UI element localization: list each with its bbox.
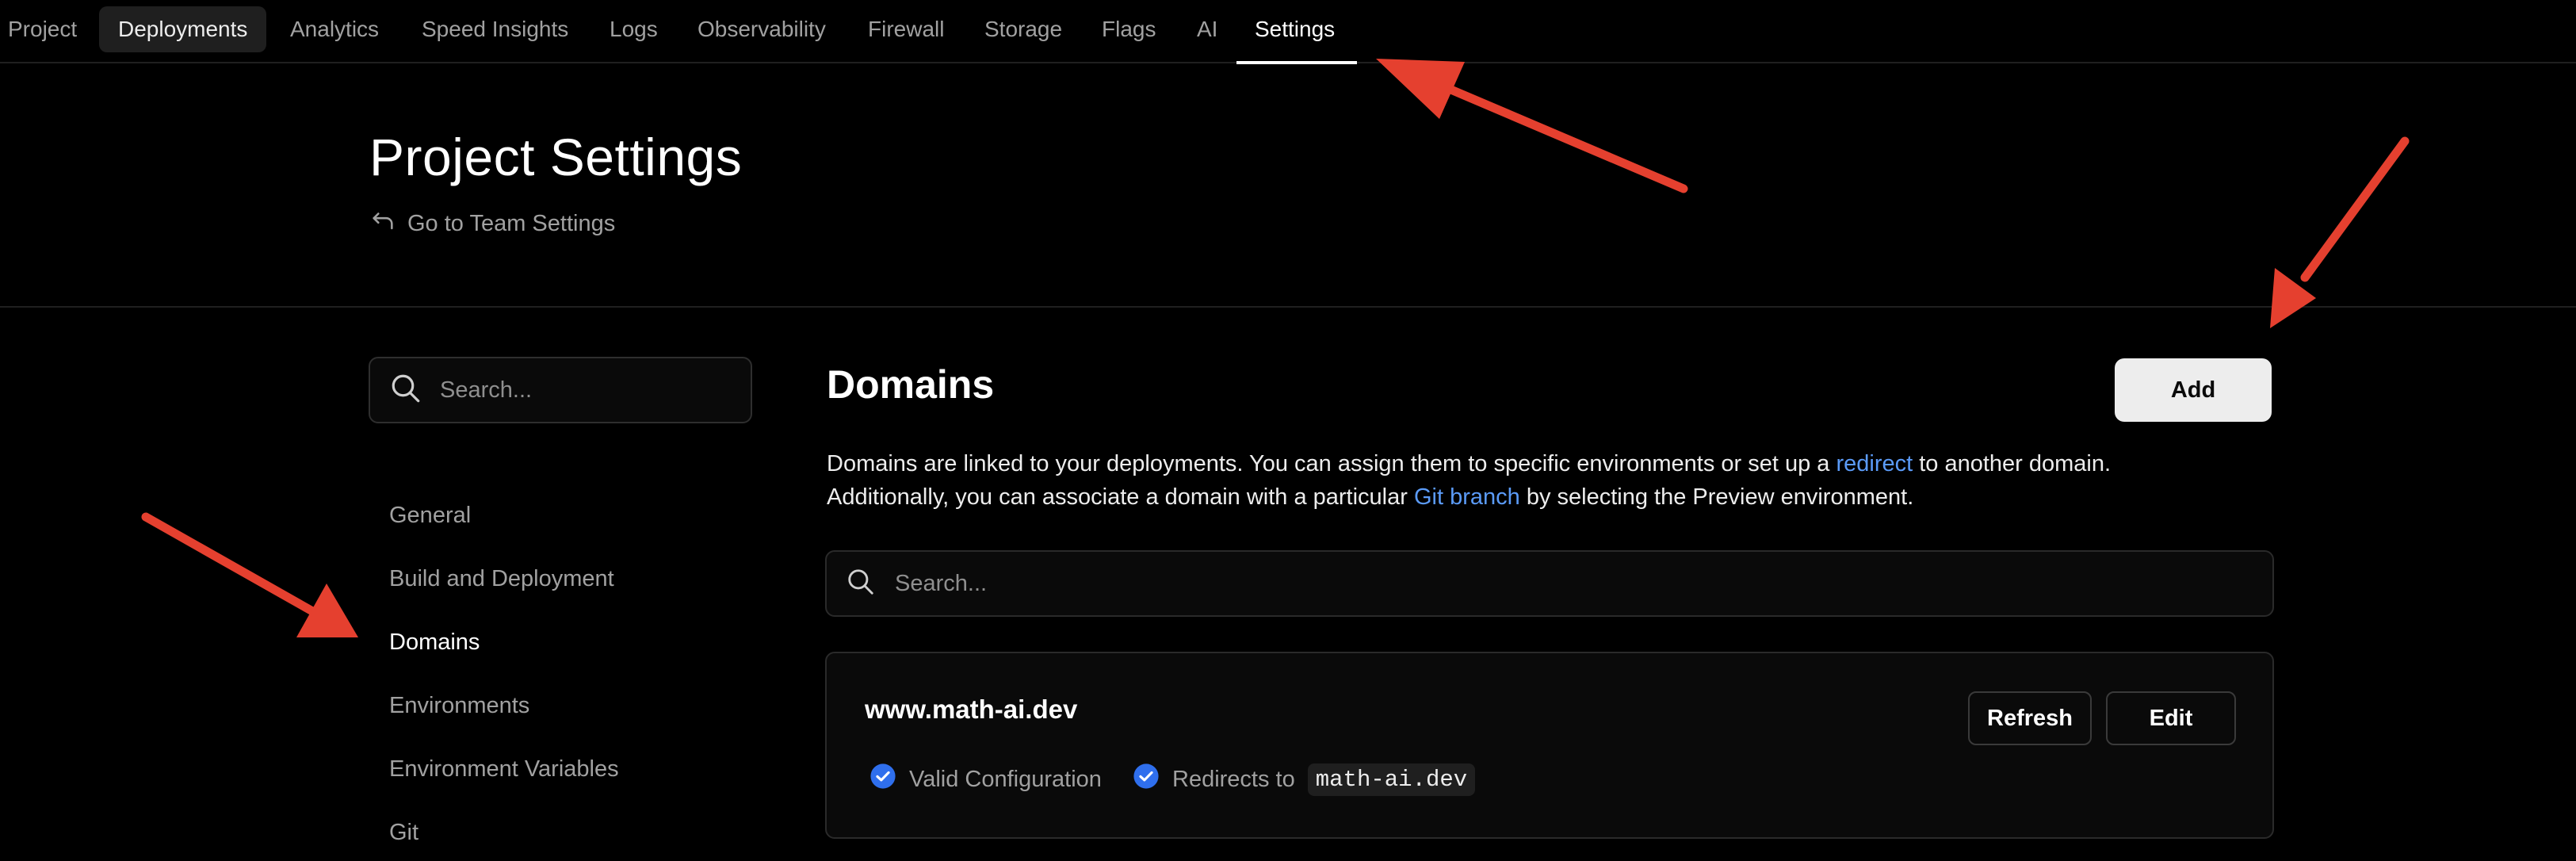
valid-configuration-status: Valid Configuration bbox=[869, 763, 1102, 796]
sidebar-item-general[interactable]: General bbox=[389, 503, 471, 529]
tab-logs[interactable]: Logs bbox=[590, 6, 677, 52]
page-title: Project Settings bbox=[369, 128, 743, 186]
redirects-to-label: Redirects to bbox=[1172, 766, 1295, 792]
refresh-button[interactable]: Refresh bbox=[1968, 691, 2092, 745]
tab-firewall[interactable]: Firewall bbox=[849, 6, 963, 52]
sidebar-item-domains[interactable]: Domains bbox=[389, 629, 480, 656]
domain-card: www.math-ai.dev Refresh Edit Valid Confi… bbox=[825, 652, 2274, 839]
description-text: Additionally, you can associate a domain… bbox=[827, 484, 1414, 510]
tab-flags[interactable]: Flags bbox=[1083, 6, 1175, 52]
check-circle-icon bbox=[869, 763, 896, 796]
domains-description: Domains are linked to your deployments. … bbox=[827, 447, 2277, 514]
description-text: by selecting the Preview environment. bbox=[1519, 484, 1914, 510]
description-text: to another domain. bbox=[1913, 451, 2112, 476]
redirect-link[interactable]: redirect bbox=[1836, 451, 1913, 476]
domain-search[interactable] bbox=[825, 550, 2274, 617]
redirect-status: Redirects to math-ai.dev bbox=[1133, 763, 1476, 796]
sidebar-item-git[interactable]: Git bbox=[389, 820, 419, 846]
tab-settings[interactable]: Settings bbox=[1236, 6, 1354, 52]
top-nav: Project Deployments Analytics Speed Insi… bbox=[0, 0, 2576, 64]
annotation-arrow-settings bbox=[1376, 59, 1688, 193]
sidebar-item-environment-variables[interactable]: Environment Variables bbox=[389, 756, 619, 783]
add-domain-button[interactable]: Add bbox=[2115, 358, 2272, 422]
domain-search-input[interactable] bbox=[893, 569, 2272, 598]
tab-ai[interactable]: AI bbox=[1178, 6, 1236, 52]
search-icon bbox=[389, 372, 422, 409]
annotation-arrow-domains bbox=[141, 512, 358, 637]
sidebar-search-input[interactable] bbox=[438, 376, 751, 404]
section-title: Domains bbox=[827, 362, 995, 407]
active-tab-indicator bbox=[1236, 61, 1357, 64]
tab-deployments[interactable]: Deployments bbox=[99, 6, 267, 52]
domain-name: www.math-ai.dev bbox=[865, 695, 1078, 724]
annotation-arrow-add bbox=[2270, 136, 2410, 328]
tab-project[interactable]: Project bbox=[0, 6, 96, 52]
check-circle-icon bbox=[1133, 763, 1160, 796]
return-arrow-icon bbox=[369, 207, 396, 240]
redirect-target: math-ai.dev bbox=[1307, 763, 1476, 796]
header-divider bbox=[0, 306, 2576, 308]
team-settings-link[interactable]: Go to Team Settings bbox=[369, 208, 615, 239]
sidebar-item-environments[interactable]: Environments bbox=[389, 693, 529, 719]
team-settings-label: Go to Team Settings bbox=[407, 210, 616, 236]
tab-storage[interactable]: Storage bbox=[965, 6, 1081, 52]
sidebar-item-build-and-deployment[interactable]: Build and Deployment bbox=[389, 566, 614, 592]
description-text: Domains are linked to your deployments. … bbox=[827, 451, 1836, 476]
sidebar-search[interactable] bbox=[369, 357, 752, 423]
search-icon bbox=[846, 567, 876, 601]
edit-button[interactable]: Edit bbox=[2106, 691, 2236, 745]
git-branch-link[interactable]: Git branch bbox=[1414, 484, 1520, 510]
tab-observability[interactable]: Observability bbox=[678, 6, 845, 52]
tab-speed-insights[interactable]: Speed Insights bbox=[403, 6, 587, 52]
valid-configuration-label: Valid Configuration bbox=[909, 766, 1102, 792]
tab-analytics[interactable]: Analytics bbox=[271, 6, 398, 52]
